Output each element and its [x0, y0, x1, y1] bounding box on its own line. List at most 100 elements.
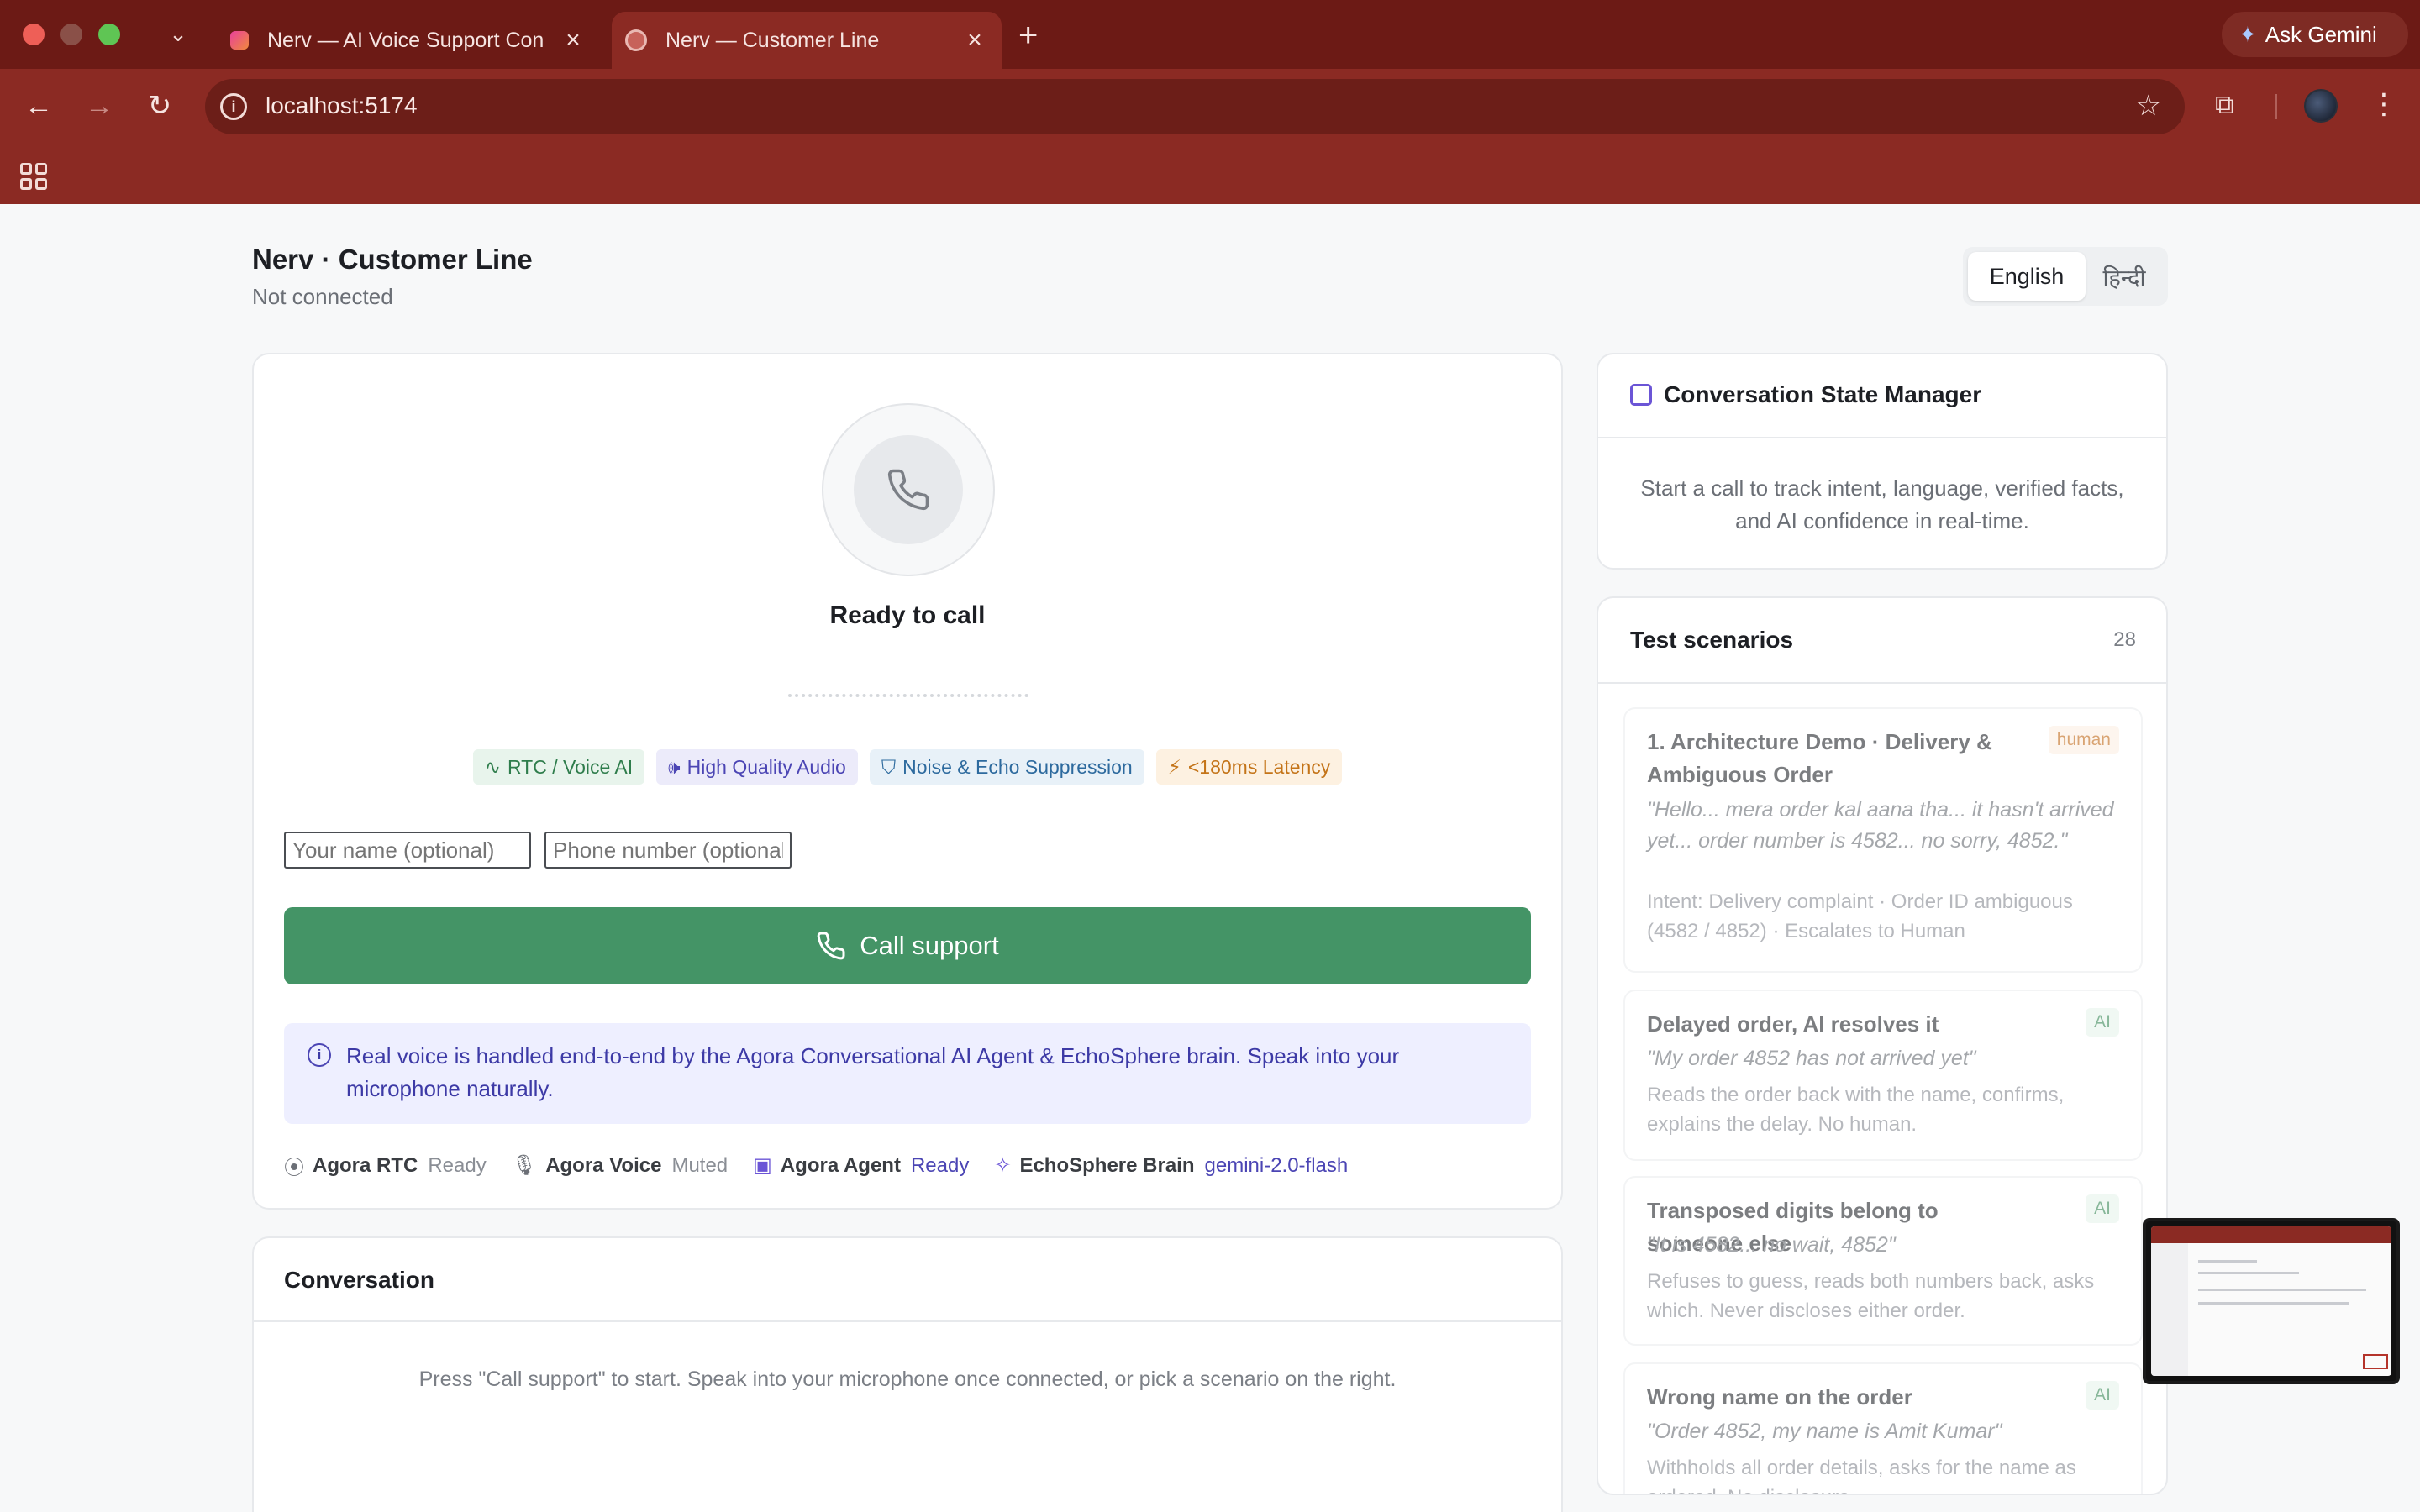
divider	[1598, 682, 2166, 684]
new-tab-button[interactable]: +	[1018, 17, 1038, 54]
bookmark-star-icon[interactable]: ☆	[2136, 89, 2161, 123]
profile-avatar[interactable]	[2304, 89, 2338, 123]
scenario-tag: AI	[2086, 1194, 2119, 1223]
phone-icon-circle	[854, 435, 963, 544]
scenario-tag: AI	[2086, 1381, 2119, 1410]
phone-input[interactable]	[544, 832, 792, 869]
thumbnail-line	[2198, 1260, 2257, 1263]
browser-menu-icon[interactable]: ⋮	[2370, 87, 2398, 121]
service-value: Ready	[428, 1153, 487, 1177]
apps-grid-icon[interactable]	[20, 163, 47, 190]
close-window-button[interactable]	[23, 24, 45, 45]
test-scenarios-panel[interactable]: Test scenarios 28 1. Architecture Demo ·…	[1597, 596, 2168, 1495]
call-status-ring	[822, 403, 995, 576]
forward-arrow-icon[interactable]: →	[82, 89, 116, 123]
state-manager-title: Conversation State Manager	[1664, 381, 1982, 407]
call-state-label: Ready to call	[829, 601, 986, 629]
conversation-panel: Conversation Press "Call support" to sta…	[252, 1236, 1563, 1512]
service-value: Muted	[671, 1153, 729, 1177]
divider	[254, 1320, 1561, 1322]
badge-rtc-voice-ai: ∿ RTC / Voice AI	[472, 749, 645, 785]
thumbnail-highlight	[2363, 1354, 2388, 1369]
site-info-icon[interactable]: i	[220, 93, 247, 120]
state-manager-empty-text: Start a call to track intent, language, …	[1640, 475, 2124, 533]
tab-ai-voice-support[interactable]: Nerv — AI Voice Support Con ×	[217, 12, 600, 69]
scenario-card[interactable]: 1. Architecture Demo · Delivery & Ambigu…	[1623, 707, 2143, 973]
thumbnail-line	[2198, 1272, 2299, 1274]
reload-icon[interactable]: ↻	[143, 89, 176, 123]
language-english-button[interactable]: English	[1968, 252, 2086, 301]
scenario-quote: "It is 4582... no wait, 4852"	[1647, 1233, 1896, 1257]
tab-customer-line[interactable]: Nerv — Customer Line ×	[612, 12, 1002, 69]
page-title: Nerv · Customer Line	[252, 244, 533, 275]
call-support-button[interactable]: Call support	[284, 907, 1531, 984]
microphone-icon: 🎙	[511, 1154, 538, 1177]
state-manager-header: Conversation State Manager	[1630, 381, 1981, 408]
scenario-quote: "Hello... mera order kal aana tha... it …	[1647, 798, 2114, 853]
tab-title: Nerv — Customer Line	[666, 28, 880, 52]
language-toggle: English हिन्दी	[1963, 247, 2168, 306]
service-value: Ready	[910, 1153, 970, 1177]
tab-strip: ⌄ Nerv — AI Voice Support Con × Nerv — C…	[0, 0, 2420, 69]
url-text[interactable]: localhost:5174	[266, 92, 418, 119]
scenario-card[interactable]: Wrong name on the order AI "Order 4852, …	[1623, 1362, 2143, 1494]
tab-close-icon[interactable]: ×	[958, 26, 992, 55]
scenario-title: Wrong name on the order	[1647, 1384, 1912, 1410]
scenario-tag: AI	[2086, 1008, 2119, 1037]
badge-label: High Quality Audio	[687, 755, 846, 778]
badge-label: <180ms Latency	[1187, 755, 1331, 778]
badge-label: RTC / Voice AI	[507, 755, 634, 778]
status-agora-voice: 🎙 Agora Voice Muted	[512, 1153, 728, 1178]
service-name: Agora RTC	[313, 1153, 418, 1177]
name-input[interactable]	[284, 832, 531, 869]
voice-info-text: Real voice is handled end-to-end by the …	[346, 1043, 1400, 1101]
service-name: Agora Agent	[780, 1153, 901, 1177]
status-agora-agent: ▣ Agora Agent Ready	[753, 1153, 969, 1178]
scenario-description: Reads the order back with the name, conf…	[1647, 1084, 2065, 1136]
chip-icon: ▣	[753, 1154, 772, 1177]
scenario-count: 28	[2113, 628, 2136, 651]
cpu-chip-icon	[1630, 384, 1652, 406]
tab-search-chevron-icon[interactable]: ⌄	[165, 20, 192, 47]
language-hindi-button[interactable]: हिन्दी	[2086, 252, 2163, 301]
phone-icon	[817, 932, 845, 960]
screen-share-thumbnail[interactable]	[2143, 1218, 2400, 1384]
address-bar[interactable]: i localhost:5174 ☆	[205, 79, 2185, 134]
voice-info-banner: i Real voice is handled end-to-end by th…	[284, 1023, 1531, 1124]
feature-badges: ∿ RTC / Voice AI 🕪 High Quality Audio ⛉ …	[254, 749, 1561, 785]
connection-status: Not connected	[252, 284, 393, 309]
service-name: Agora Voice	[545, 1153, 662, 1177]
minimize-window-button[interactable]	[60, 24, 82, 45]
broadcast-icon: ⦿	[284, 1157, 304, 1179]
thumbnail-line	[2198, 1289, 2366, 1291]
globe-favicon-icon	[625, 29, 647, 51]
thumbnail-line	[2198, 1302, 2349, 1305]
badge-latency: ⚡ <180ms Latency	[1155, 749, 1343, 785]
badge-label: Noise & Echo Suppression	[902, 755, 1133, 778]
scenario-description: Refuses to guess, reads both numbers bac…	[1647, 1270, 2095, 1322]
activity-icon: ∿	[484, 755, 501, 778]
thumbnail-sidebar	[2151, 1243, 2188, 1376]
service-status-row: ⦿ Agora RTC Ready 🎙 Agora Voice Muted ▣ …	[284, 1151, 1373, 1180]
service-name: EchoSphere Brain	[1019, 1153, 1195, 1177]
sparkles-icon: ✧	[994, 1154, 1012, 1177]
extensions-puzzle-icon[interactable]: ⧉	[2215, 89, 2245, 119]
shield-icon: ⛉	[881, 755, 897, 778]
nerv-favicon-icon	[230, 31, 249, 50]
tab-close-icon[interactable]: ×	[556, 26, 590, 55]
scenario-title: Delayed order, AI resolves it	[1647, 1011, 1939, 1037]
back-arrow-icon[interactable]: ←	[22, 89, 55, 123]
speaker-icon: 🕪	[668, 755, 681, 778]
ask-gemini-button[interactable]: ✦ Ask Gemini	[2222, 12, 2408, 57]
call-panel: Ready to call ∿ RTC / Voice AI 🕪 High Qu…	[252, 353, 1563, 1210]
phone-icon	[887, 469, 929, 511]
maximize-window-button[interactable]	[98, 24, 120, 45]
thumbnail-browser-bar	[2151, 1226, 2391, 1243]
scenario-tag: human	[2048, 726, 2119, 754]
call-support-label: Call support	[860, 931, 999, 960]
state-manager-panel: Conversation State Manager Start a call …	[1597, 353, 2168, 570]
scenario-card[interactable]: Delayed order, AI resolves it AI "My ord…	[1623, 990, 2143, 1161]
scenario-card[interactable]: Transposed digits belong to someone else…	[1623, 1176, 2143, 1346]
status-agora-rtc: ⦿ Agora RTC Ready	[284, 1151, 487, 1180]
service-value: gemini-2.0-flash	[1204, 1153, 1349, 1177]
